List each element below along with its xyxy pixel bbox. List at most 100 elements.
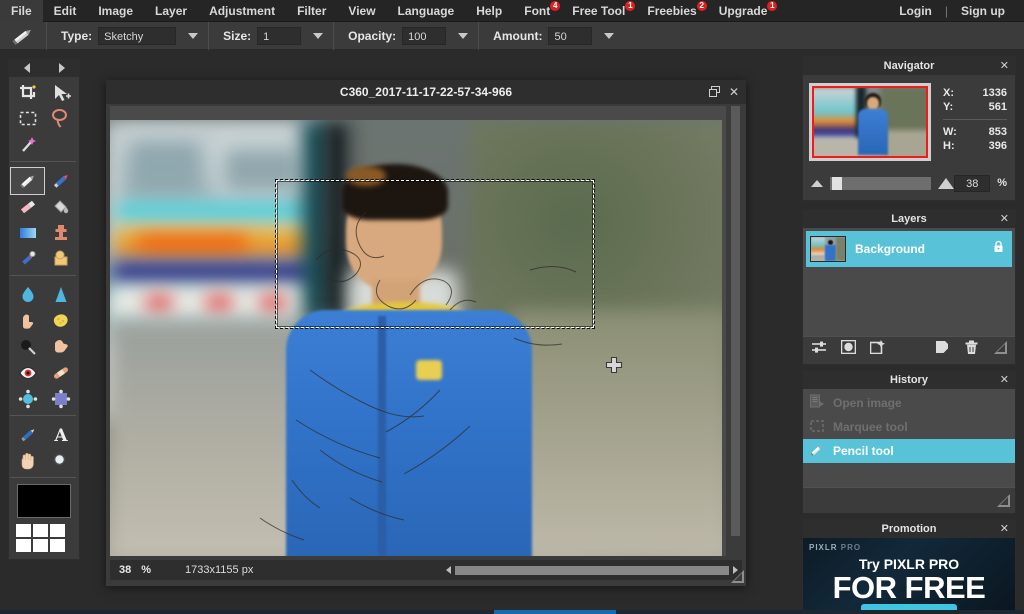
promotion-banner[interactable]: PIXLR PRO Try PIXLR PRO FOR FREE	[803, 538, 1015, 613]
zoom-value-input[interactable]: 38	[954, 174, 991, 192]
swatch-3[interactable]	[50, 524, 65, 537]
navigator-thumbnail[interactable]	[809, 83, 931, 161]
close-icon[interactable]: ✕	[1000, 374, 1009, 386]
chevron-down-icon[interactable]	[188, 32, 199, 39]
trash-icon[interactable]	[965, 340, 978, 360]
option-amount[interactable]: Amount: 50	[478, 21, 624, 50]
tool-shape-draw[interactable]	[44, 246, 77, 272]
close-icon[interactable]: ✕	[1000, 523, 1009, 535]
layer-settings-button[interactable]	[811, 340, 827, 359]
tool-sponge[interactable]	[44, 308, 77, 334]
zoom-slider-track[interactable]	[830, 176, 932, 190]
tool-bloat[interactable]	[11, 386, 44, 412]
tool-marquee[interactable]	[11, 106, 44, 132]
tool-hand[interactable]	[11, 448, 44, 474]
menu-item-edit[interactable]: Edit	[43, 0, 88, 22]
layer-style-button[interactable]	[869, 340, 885, 359]
navigator-view-rect[interactable]	[812, 86, 928, 158]
resize-grip-icon[interactable]	[997, 494, 1010, 512]
foreground-color-swatch[interactable]	[17, 484, 71, 518]
image-window-titlebar[interactable]: C360_2017-11-17-22-57-34-966 ✕	[106, 80, 746, 104]
canvas-vertical-scrollbar[interactable]	[730, 106, 741, 556]
menu-item-font[interactable]: Font 4	[513, 0, 561, 22]
menu-item-filter[interactable]: Filter	[286, 0, 337, 22]
layer-row-background[interactable]: Background	[806, 231, 1012, 267]
option-opacity[interactable]: Opacity: 100	[333, 21, 478, 50]
swatch-2[interactable]	[33, 524, 48, 537]
tool-eraser[interactable]	[11, 194, 44, 220]
tool-color-picker[interactable]	[11, 422, 44, 448]
horizontal-scroll-thumb[interactable]	[455, 565, 729, 575]
type-value[interactable]: Sketchy	[98, 26, 177, 45]
vertical-scroll-thumb[interactable]	[731, 106, 740, 536]
chevron-down-icon[interactable]	[313, 32, 324, 39]
tool-paint-bucket[interactable]	[44, 194, 77, 220]
new-layer-button[interactable]	[935, 340, 949, 359]
signup-link[interactable]: Sign up	[950, 0, 1016, 22]
tool-wand[interactable]	[11, 132, 44, 158]
tool-move[interactable]	[44, 80, 77, 106]
close-icon[interactable]: ✕	[1000, 213, 1009, 225]
chevron-down-icon[interactable]	[458, 32, 469, 39]
canvas-area[interactable]	[110, 106, 726, 556]
tool-burn[interactable]	[44, 334, 77, 360]
menu-item-language[interactable]: Language	[387, 0, 466, 22]
resize-grip-icon[interactable]	[994, 340, 1007, 359]
menu-item-free-tool[interactable]: Free Tool 1	[561, 0, 636, 22]
swatch-4[interactable]	[16, 539, 31, 552]
menu-item-file[interactable]: File	[0, 0, 43, 22]
tool-spot-heal[interactable]	[44, 360, 77, 386]
tool-red-eye[interactable]	[11, 360, 44, 386]
login-link[interactable]: Login	[888, 0, 943, 22]
menu-item-upgrade[interactable]: Upgrade 1	[708, 0, 779, 22]
close-icon[interactable]: ✕	[729, 86, 739, 98]
menu-item-freebies[interactable]: Freebies 2	[636, 0, 707, 22]
amount-value[interactable]: 50	[548, 26, 593, 45]
window-resize-grip[interactable]	[731, 570, 744, 583]
lock-icon[interactable]	[993, 240, 1004, 258]
opacity-value[interactable]: 100	[402, 26, 447, 45]
size-value[interactable]: 1	[257, 26, 302, 45]
large-mountain-icon[interactable]	[938, 177, 955, 189]
swatch-1[interactable]	[16, 524, 31, 537]
canvas-horizontal-scrollbar[interactable]	[442, 560, 742, 580]
menu-item-layer[interactable]: Layer	[144, 0, 198, 22]
tool-zoom[interactable]	[44, 448, 77, 474]
history-item-pencil-tool[interactable]: Pencil tool	[803, 439, 1015, 463]
status-zoom-value[interactable]: 38	[110, 564, 131, 576]
tool-dodge[interactable]	[11, 334, 44, 360]
marquee-selection[interactable]	[275, 179, 595, 329]
tool-lasso[interactable]	[44, 106, 77, 132]
layer-mask-button[interactable]	[840, 339, 857, 359]
tool-pinch[interactable]	[44, 386, 77, 412]
tool-clone-stamp[interactable]	[44, 220, 77, 246]
menu-item-adjustment[interactable]: Adjustment	[198, 0, 286, 22]
arrow-right-icon[interactable]	[58, 63, 65, 73]
tool-gradient[interactable]	[11, 220, 44, 246]
horizontal-scroll-track[interactable]	[455, 565, 729, 575]
small-mountain-icon[interactable]	[811, 179, 823, 187]
chevron-down-icon[interactable]	[604, 32, 615, 39]
tool-pencil[interactable]	[10, 167, 45, 195]
tool-crop[interactable]	[11, 80, 44, 106]
tool-sharpen[interactable]	[44, 282, 77, 308]
option-type[interactable]: Type: Sketchy	[46, 21, 208, 50]
scroll-left-icon[interactable]	[446, 566, 451, 574]
history-item-open-image[interactable]: Open image	[803, 391, 1015, 415]
menu-item-image[interactable]: Image	[87, 0, 144, 22]
restore-window-icon[interactable]	[708, 85, 720, 99]
zoom-slider-thumb[interactable]	[832, 176, 842, 190]
tool-type[interactable]: A	[44, 422, 77, 448]
history-item-marquee-tool[interactable]: Marquee tool	[803, 415, 1015, 439]
option-size[interactable]: Size: 1	[208, 21, 333, 50]
arrow-left-icon[interactable]	[23, 63, 30, 73]
close-icon[interactable]: ✕	[1000, 60, 1009, 72]
photo-canvas[interactable]	[110, 120, 722, 556]
swatch-5[interactable]	[33, 539, 48, 552]
tool-brush[interactable]	[44, 168, 77, 194]
tool-smudge[interactable]	[11, 308, 44, 334]
menu-item-help[interactable]: Help	[465, 0, 513, 22]
swatch-6[interactable]	[50, 539, 65, 552]
menu-item-view[interactable]: View	[337, 0, 386, 22]
tool-blur[interactable]	[11, 282, 44, 308]
